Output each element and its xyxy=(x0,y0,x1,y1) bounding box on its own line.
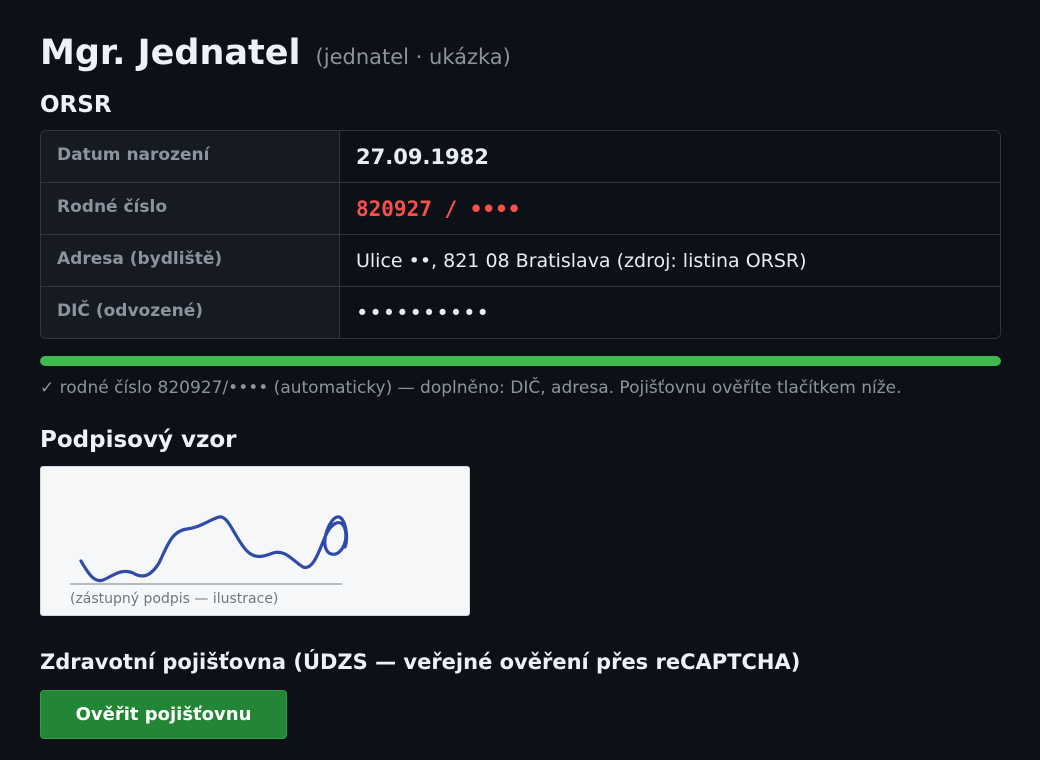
row-label: DIČ (odvozené) xyxy=(41,287,340,338)
signature-caption: (zástupný podpis — ilustrace) xyxy=(70,591,279,607)
orsr-table: Datum narození 27.09.1982 Rodné číslo 82… xyxy=(40,130,1001,339)
signature-heading: Podpisový vzor xyxy=(40,427,237,453)
progress-fill xyxy=(40,356,1001,366)
table-row-birthdate: Datum narození 27.09.1982 xyxy=(41,131,1000,183)
person-name: Mgr. Jednatel xyxy=(40,33,301,73)
table-row-birth-number: Rodné číslo 820927 / •••• xyxy=(41,183,1000,235)
tax-id-value: •••••••••• xyxy=(340,287,1000,338)
row-label: Adresa (bydliště) xyxy=(41,235,340,286)
address-value: Ulice ••, 821 08 Bratislava (zdroj: list… xyxy=(340,235,1000,286)
status-message: ✓ rodné číslo 820927/•••• (automaticky) … xyxy=(40,378,902,398)
birthdate-value: 27.09.1982 xyxy=(340,131,1000,182)
table-row-address: Adresa (bydliště) Ulice ••, 821 08 Brati… xyxy=(41,235,1000,287)
verify-insurance-button[interactable]: Ověřit pojišťovnu xyxy=(40,690,287,739)
signature-box: (zástupný podpis — ilustrace) xyxy=(40,466,470,616)
person-role: (jednatel · ukázka) xyxy=(315,45,511,69)
table-row-tax-id: DIČ (odvozené) •••••••••• xyxy=(41,287,1000,338)
progress-bar xyxy=(40,356,1001,366)
birth-number-value: 820927 / •••• xyxy=(340,183,1000,234)
row-label: Datum narození xyxy=(41,131,340,182)
page-header: Mgr. Jednatel (jednatel · ukázka) xyxy=(40,33,511,73)
orsr-heading: ORSR xyxy=(40,92,112,118)
insurance-heading: Zdravotní pojišťovna (ÚDZS — veřejné ově… xyxy=(40,650,801,674)
row-label: Rodné číslo xyxy=(41,183,340,234)
